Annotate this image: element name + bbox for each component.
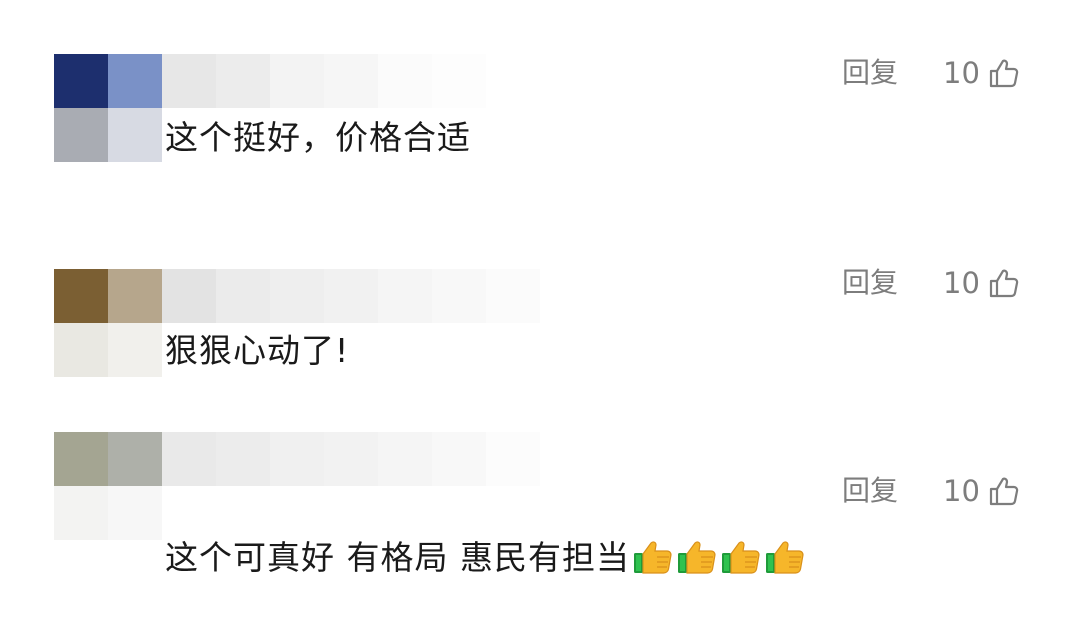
username-mosaic-block — [324, 269, 378, 323]
reply-button[interactable]: 回复 — [842, 56, 898, 90]
like-button[interactable]: 10 — [943, 474, 1020, 508]
like-button[interactable]: 10 — [943, 56, 1020, 90]
reply-button[interactable]: 回复 — [842, 474, 898, 508]
username-mosaic-block — [486, 432, 540, 486]
thumbs-up-emoji — [677, 541, 716, 574]
username-mosaic-block — [432, 432, 486, 486]
thumbs-up-outline-icon — [989, 477, 1019, 506]
thumbs-up-emoji — [633, 541, 672, 574]
username-pixelated[interactable] — [162, 54, 540, 108]
thumbs-up-emoji — [721, 541, 760, 574]
like-count: 10 — [943, 56, 980, 90]
username-mosaic-block — [432, 54, 486, 108]
username-mosaic-block — [432, 269, 486, 323]
username-mosaic-block — [216, 269, 270, 323]
username-pixelated[interactable] — [162, 269, 540, 323]
username-mosaic-block — [324, 432, 378, 486]
username-mosaic-block — [162, 269, 216, 323]
like-count: 10 — [943, 474, 980, 508]
reply-button[interactable]: 回复 — [842, 266, 898, 300]
thumbs-up-outline-icon — [989, 59, 1019, 88]
like-count: 10 — [943, 266, 980, 300]
comment-text: 狠狠心动了! — [165, 331, 350, 370]
comment-text: 这个可真好 有格局 惠民有担当 — [165, 538, 806, 578]
username-mosaic-block — [270, 432, 324, 486]
thumbs-up-emoji — [765, 541, 804, 574]
username-mosaic-block — [162, 432, 216, 486]
emoji-row — [630, 538, 806, 577]
thumbs-up-outline-icon — [989, 269, 1019, 298]
username-mosaic-block — [378, 269, 432, 323]
username-mosaic-block — [324, 54, 378, 108]
like-button[interactable]: 10 — [943, 266, 1020, 300]
avatar[interactable] — [54, 269, 162, 377]
username-mosaic-block — [270, 269, 324, 323]
avatar[interactable] — [54, 54, 162, 162]
comment-text: 这个挺好，价格合适 — [165, 118, 471, 157]
username-mosaic-block — [486, 54, 540, 108]
comment-item: 这个可真好 有格局 惠民有担当 回复 10 — [0, 428, 1080, 638]
username-mosaic-block — [486, 269, 540, 323]
comment-item: 这个挺好，价格合适 回复 10 — [0, 0, 1080, 210]
avatar[interactable] — [54, 432, 162, 540]
username-mosaic-block — [162, 54, 216, 108]
comment-item: 狠狠心动了! 回复 10 — [0, 213, 1080, 423]
username-mosaic-block — [378, 54, 432, 108]
comment-text-body: 这个可真好 有格局 惠民有担当 — [165, 538, 630, 577]
username-mosaic-block — [216, 432, 270, 486]
username-mosaic-block — [378, 432, 432, 486]
username-mosaic-block — [216, 54, 270, 108]
username-mosaic-block — [270, 54, 324, 108]
username-pixelated[interactable] — [162, 432, 540, 486]
